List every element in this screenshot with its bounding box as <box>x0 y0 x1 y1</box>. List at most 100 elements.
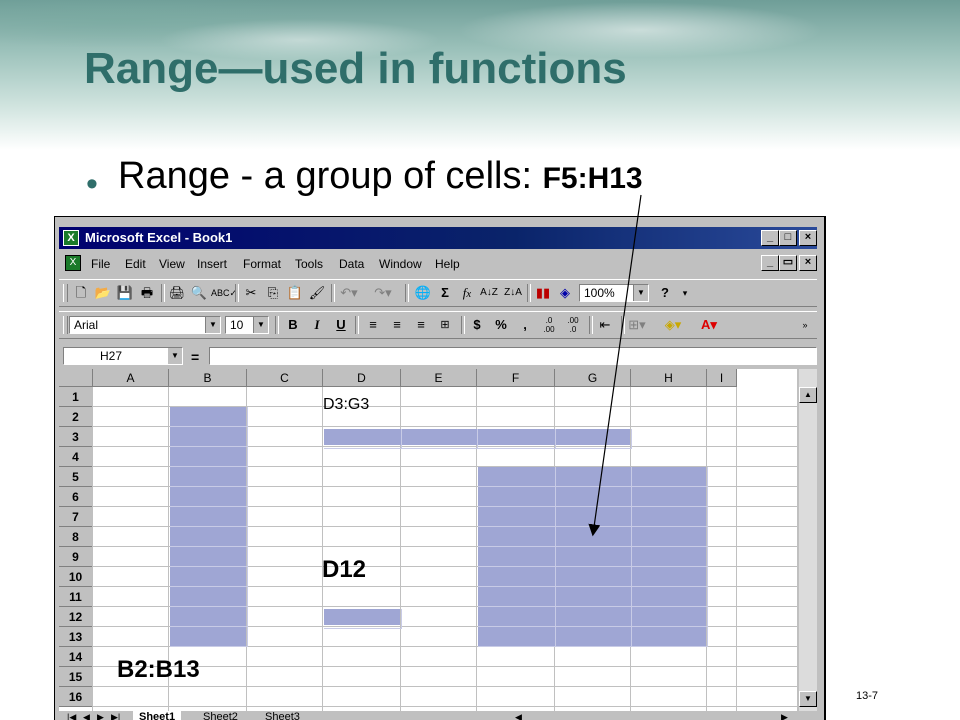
maximize-button[interactable]: □ <box>779 230 797 246</box>
undo-icon[interactable]: ↶▾ <box>339 284 359 302</box>
comma-icon[interactable]: , <box>515 316 535 334</box>
drawing-icon[interactable]: ◈ <box>555 284 575 302</box>
sort-descending-icon[interactable]: Z↓A <box>503 284 523 302</box>
tab-sheet3[interactable]: Sheet3 <box>259 711 306 720</box>
chevron-down-icon[interactable]: ▼ <box>633 285 648 301</box>
row-header-6[interactable]: 6 <box>59 487 93 507</box>
italic-icon[interactable]: I <box>307 316 327 334</box>
sort-ascending-icon[interactable]: A↓Z <box>479 284 499 302</box>
menu-view[interactable]: View <box>159 257 185 271</box>
formula-equals[interactable]: = <box>191 349 199 365</box>
row-header-12[interactable]: 12 <box>59 607 93 627</box>
new-icon[interactable]: 🗋 <box>71 284 91 302</box>
increase-decimal-icon[interactable]: .0.00 <box>539 316 559 334</box>
menu-tools[interactable]: Tools <box>295 257 323 271</box>
hscroll-left-icon[interactable]: ◀ <box>509 711 528 720</box>
row-header-13[interactable]: 13 <box>59 627 93 647</box>
font-size-select[interactable]: 10 ▼ <box>225 316 269 334</box>
column-header-c[interactable]: C <box>247 369 323 387</box>
print-icon[interactable]: 🖨 <box>167 284 187 302</box>
align-right-icon[interactable]: ≡ <box>411 316 431 334</box>
column-header-g[interactable]: G <box>555 369 631 387</box>
menu-format[interactable]: Format <box>243 257 281 271</box>
formula-input[interactable] <box>209 347 817 365</box>
format-painter-icon[interactable]: 🖌 <box>307 284 327 302</box>
excel-app-icon[interactable]: X <box>63 230 79 246</box>
underline-icon[interactable]: U <box>331 316 351 334</box>
close-button[interactable]: × <box>799 230 817 246</box>
toolbar-more-icon[interactable]: » <box>795 316 815 334</box>
row-header-3[interactable]: 3 <box>59 427 93 447</box>
copy-icon[interactable]: ⎘ <box>263 284 283 302</box>
row-header-15[interactable]: 15 <box>59 667 93 687</box>
column-header-e[interactable]: E <box>401 369 477 387</box>
font-name-select[interactable]: Arial ▼ <box>69 316 221 334</box>
borders-icon[interactable]: ⊞▾ <box>627 316 647 334</box>
spelling-icon[interactable]: ABC✓ <box>211 284 237 302</box>
range-f5-h13[interactable] <box>478 467 708 647</box>
column-header-d[interactable]: D <box>323 369 401 387</box>
row-header-9[interactable]: 9 <box>59 547 93 567</box>
open-icon[interactable]: 📂 <box>93 284 113 302</box>
row-header-16[interactable]: 16 <box>59 687 93 707</box>
bold-icon[interactable]: B <box>283 316 303 334</box>
function-icon[interactable]: fx <box>457 284 477 302</box>
menu-data[interactable]: Data <box>339 257 364 271</box>
column-header-h[interactable]: H <box>631 369 707 387</box>
row-header-8[interactable]: 8 <box>59 527 93 547</box>
cut-icon[interactable]: ✂ <box>241 284 261 302</box>
row-header-10[interactable]: 10 <box>59 567 93 587</box>
scroll-up-icon[interactable]: ▲ <box>799 387 817 403</box>
name-box[interactable]: H27 ▼ <box>63 347 183 365</box>
chevron-down-icon[interactable]: ▼ <box>253 317 268 333</box>
hyperlink-icon[interactable]: 🌐 <box>413 284 433 302</box>
menu-help[interactable]: Help <box>435 257 460 271</box>
minimize-button[interactable]: _ <box>761 230 779 246</box>
column-header-b[interactable]: B <box>169 369 247 387</box>
range-d12[interactable] <box>324 609 402 629</box>
menu-edit[interactable]: Edit <box>125 257 146 271</box>
redo-icon[interactable]: ↷▾ <box>373 284 393 302</box>
indent-icon[interactable]: ⇤ <box>595 316 615 334</box>
column-header-f[interactable]: F <box>477 369 555 387</box>
decrease-decimal-icon[interactable]: .00.0 <box>563 316 583 334</box>
chart-wizard-icon[interactable]: ▮▮ <box>533 284 553 302</box>
zoom-select[interactable]: 100% ▼ <box>579 284 649 302</box>
toolbar-options-icon[interactable]: ▾ <box>675 284 695 302</box>
help-icon[interactable]: ? <box>655 284 675 302</box>
chevron-down-icon[interactable]: ▼ <box>168 348 182 364</box>
font-color-icon[interactable]: A▾ <box>699 316 719 334</box>
tab-sheet1[interactable]: Sheet1 <box>133 711 182 720</box>
chevron-down-icon[interactable]: ▼ <box>205 317 220 333</box>
menu-insert[interactable]: Insert <box>197 257 227 271</box>
print-preview-icon[interactable]: 🖶 <box>137 284 157 302</box>
select-all-corner[interactable] <box>59 369 93 387</box>
align-left-icon[interactable]: ≡ <box>363 316 383 334</box>
row-header-5[interactable]: 5 <box>59 467 93 487</box>
range-d3-g3[interactable] <box>324 429 632 449</box>
doc-minimize-button[interactable]: _ <box>761 255 779 271</box>
row-header-2[interactable]: 2 <box>59 407 93 427</box>
menu-window[interactable]: Window <box>379 257 422 271</box>
fill-color-icon[interactable]: ◈▾ <box>663 316 683 334</box>
row-header-4[interactable]: 4 <box>59 447 93 467</box>
paste-icon[interactable]: 📋 <box>285 284 305 302</box>
column-header-a[interactable]: A <box>93 369 169 387</box>
hscroll-right-icon[interactable]: ▶ <box>775 711 794 720</box>
row-header-7[interactable]: 7 <box>59 507 93 527</box>
percent-icon[interactable]: % <box>491 316 511 334</box>
row-header-11[interactable]: 11 <box>59 587 93 607</box>
row-header-14[interactable]: 14 <box>59 647 93 667</box>
range-b2-b13[interactable] <box>170 407 248 647</box>
center-icon[interactable]: ≡ <box>387 316 407 334</box>
autosum-icon[interactable]: Σ <box>435 284 455 302</box>
currency-icon[interactable]: $ <box>467 316 487 334</box>
tab-sheet2[interactable]: Sheet2 <box>197 711 244 720</box>
merge-center-icon[interactable]: ⊞ <box>435 316 455 334</box>
doc-restore-button[interactable]: ▭ <box>779 255 797 271</box>
menu-file[interactable]: File <box>91 257 110 271</box>
row-header-1[interactable]: 1 <box>59 387 93 407</box>
column-header-i[interactable]: I <box>707 369 737 387</box>
scroll-down-icon[interactable]: ▼ <box>799 691 817 707</box>
preview-icon[interactable]: 🔍 <box>189 284 209 302</box>
